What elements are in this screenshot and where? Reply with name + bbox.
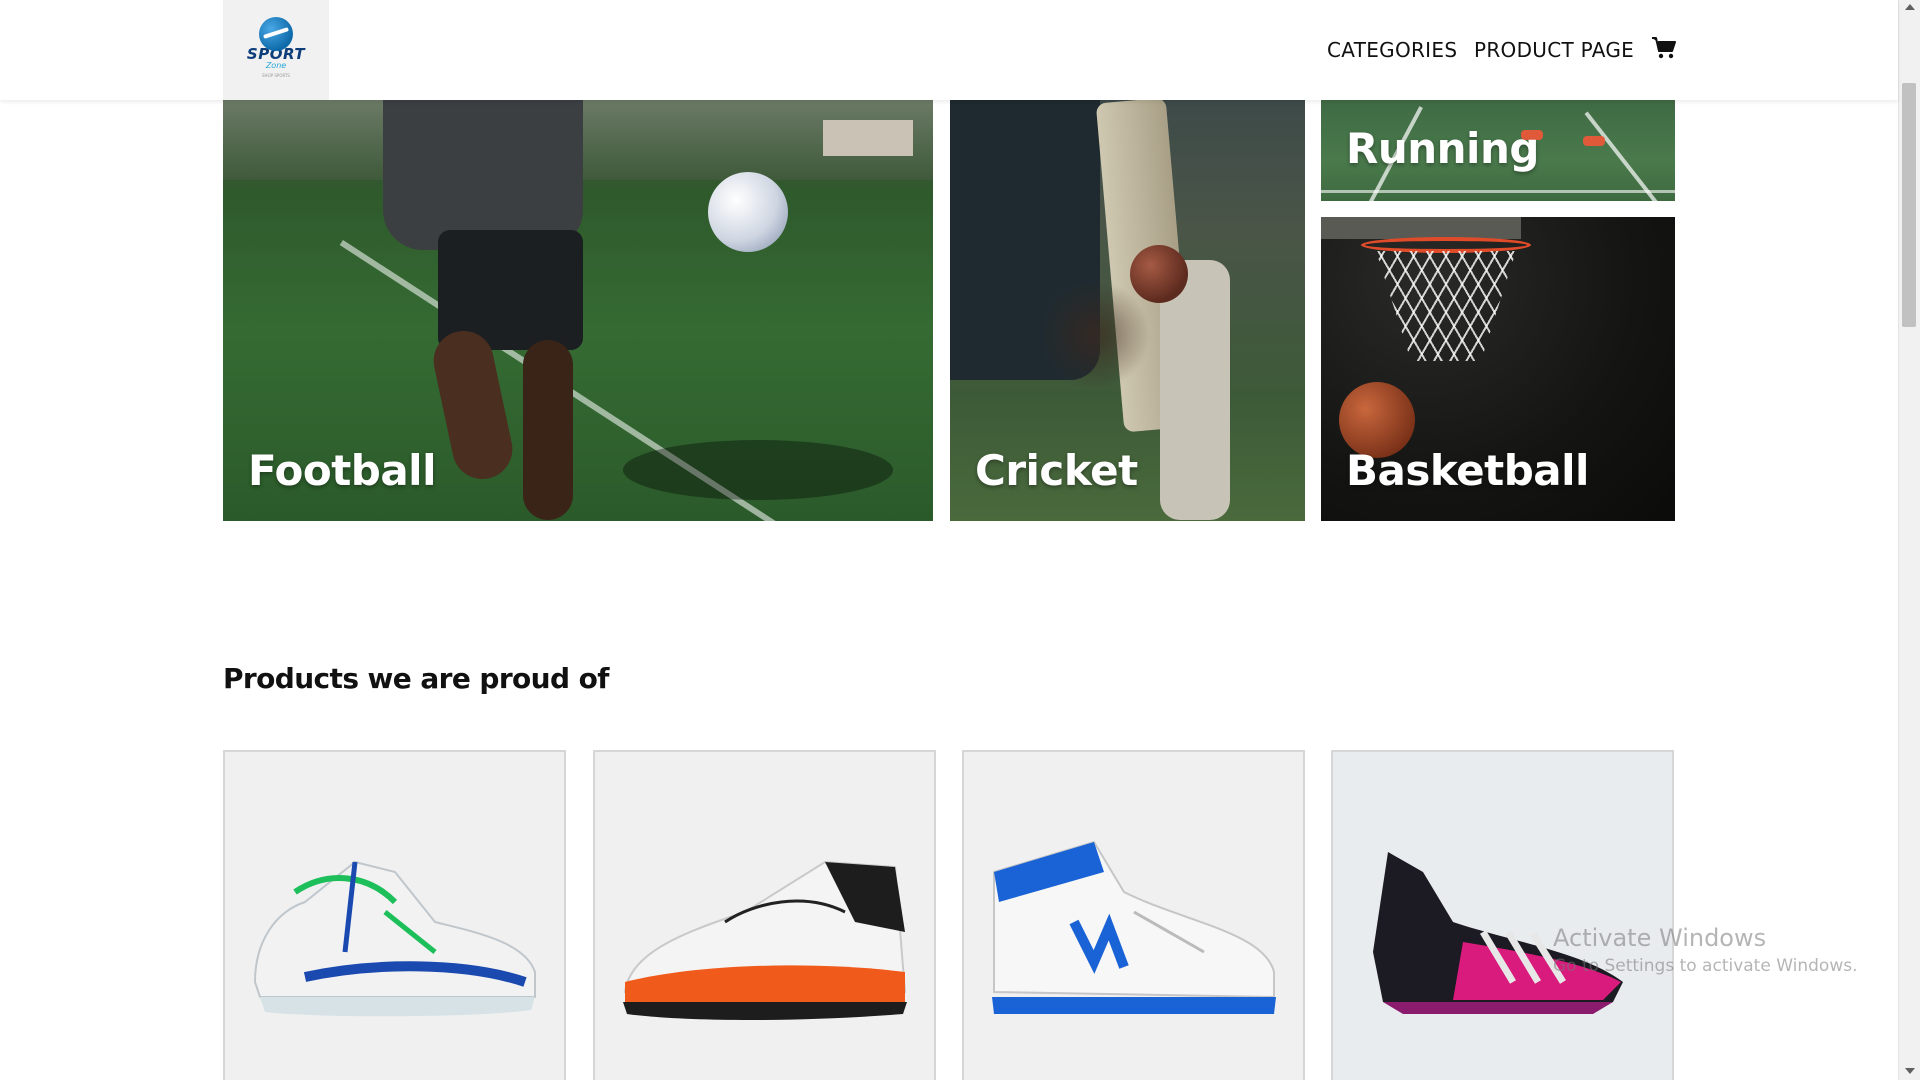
site-logo[interactable]: SPORT Zone SHOP SPORTS <box>223 0 329 100</box>
basketball-logo-icon <box>259 16 293 51</box>
category-label-football: Football <box>248 446 436 495</box>
category-tile-cricket[interactable]: Cricket <box>950 100 1305 521</box>
product-card[interactable] <box>223 750 566 1080</box>
scroll-down-arrow-icon[interactable] <box>1905 1068 1915 1074</box>
logo-tagline: SHOP SPORTS <box>262 72 290 78</box>
dirt-splash <box>1040 280 1150 390</box>
scrollbar-thumb[interactable] <box>1902 83 1916 327</box>
building-background <box>823 120 913 156</box>
vertical-scrollbar[interactable] <box>1898 0 1920 1080</box>
activate-windows-watermark: Activate Windows Go to Settings to activ… <box>1553 924 1858 976</box>
products-section-title: Products we are proud of <box>223 662 609 695</box>
backboard <box>1321 217 1521 239</box>
category-label-running: Running <box>1346 124 1539 173</box>
category-tile-basketball[interactable]: Basketball <box>1321 217 1675 521</box>
white-green-blue-basketball-shoe-image <box>253 860 536 1017</box>
player-shadow <box>623 440 893 500</box>
player-leg <box>523 340 573 520</box>
page: SPORT Zone SHOP SPORTS CATEGORIES PRODUC… <box>0 0 1920 1080</box>
product-card[interactable] <box>962 750 1305 1080</box>
logo-subtitle: Zone <box>265 60 287 70</box>
product-card[interactable] <box>593 750 936 1080</box>
cricket-ball <box>1130 245 1188 303</box>
category-label-basketball: Basketball <box>1346 446 1589 495</box>
track-line <box>1321 190 1675 193</box>
watermark-title: Activate Windows <box>1553 924 1767 952</box>
category-label-cricket: Cricket <box>975 446 1138 495</box>
nav-link-product-page[interactable]: PRODUCT PAGE <box>1474 38 1634 62</box>
player-torso <box>383 100 583 250</box>
track-line <box>1584 111 1662 201</box>
shopping-cart-icon[interactable] <box>1651 36 1677 60</box>
nav-link-categories[interactable]: CATEGORIES <box>1327 38 1457 62</box>
football-ball <box>708 172 788 252</box>
product-card[interactable] <box>1331 750 1674 1080</box>
hoop-rim <box>1361 237 1531 253</box>
scroll-up-arrow-icon[interactable] <box>1905 4 1915 10</box>
site-header: SPORT Zone SHOP SPORTS CATEGORIES PRODUC… <box>0 0 1898 100</box>
runner-shoe <box>1583 136 1605 146</box>
hoop-net <box>1376 251 1516 361</box>
watermark-subtitle: Go to Settings to activate Windows. <box>1553 956 1858 976</box>
white-orange-new-balance-shoe-image <box>623 860 907 1020</box>
category-tile-football[interactable]: Football <box>223 100 933 521</box>
category-tile-running[interactable]: Running <box>1321 100 1675 201</box>
white-blue-new-balance-650-high-top-image <box>992 840 1276 1014</box>
